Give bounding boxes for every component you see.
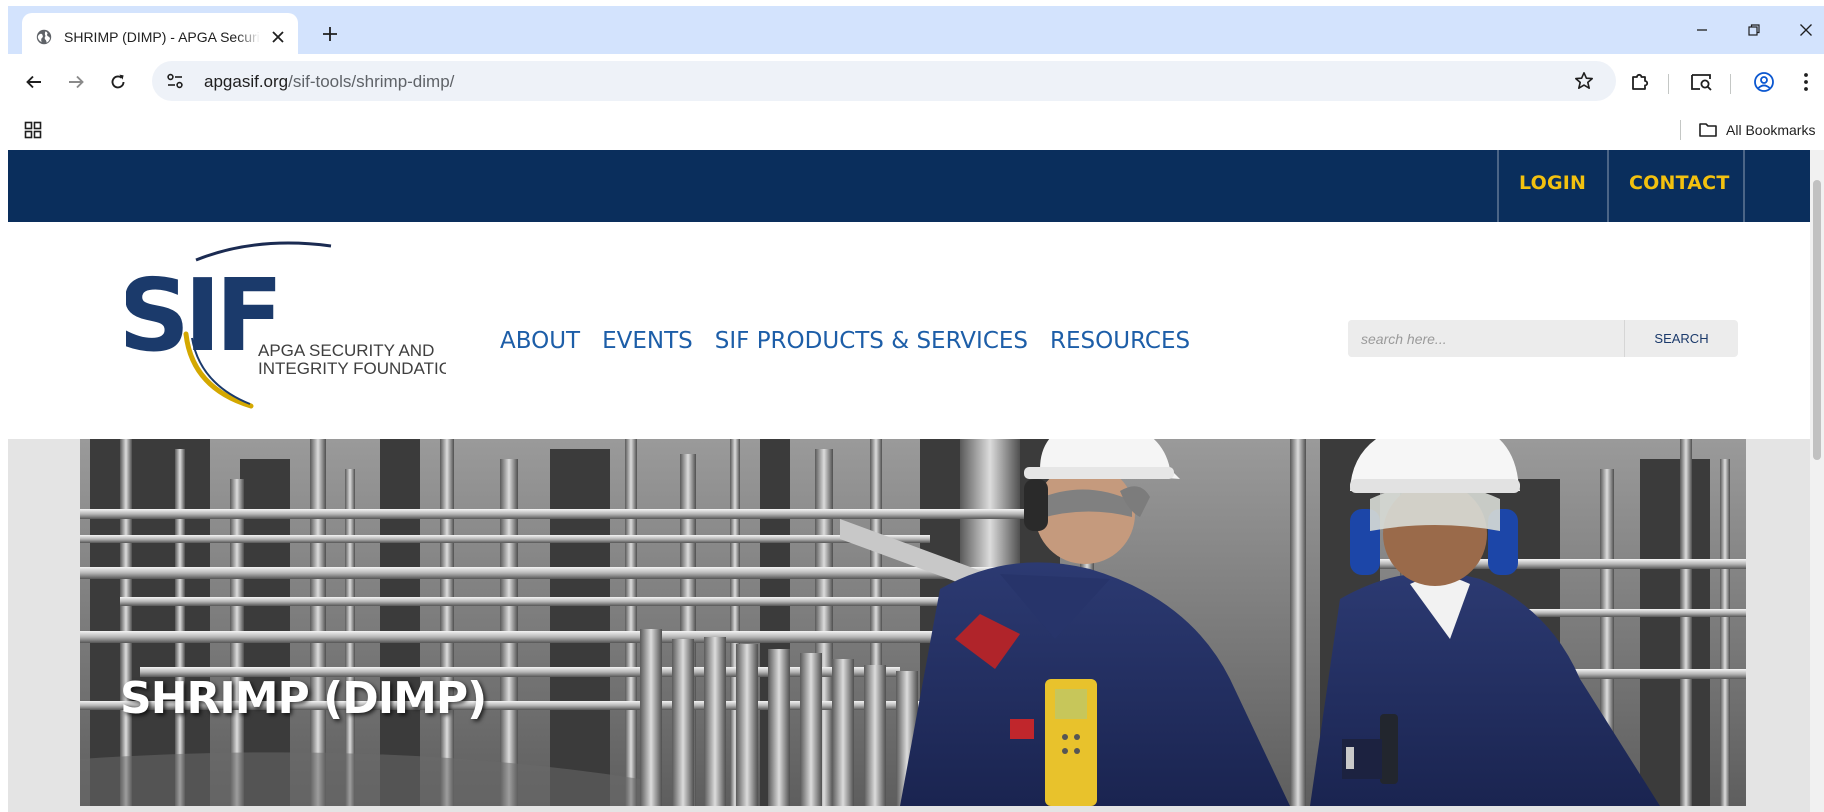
nav-products-services[interactable]: SIF PRODUCTS & SERVICES: [715, 328, 1028, 354]
nav-about[interactable]: ABOUT: [500, 328, 580, 354]
plus-icon: [323, 27, 337, 41]
apps-grid-icon: [24, 121, 42, 139]
arrow-right-icon: [69, 75, 84, 89]
url-text: apgasif.org/sif-tools/shrimp-dimp/: [204, 72, 454, 92]
address-bar[interactable]: apgasif.org/sif-tools/shrimp-dimp/: [152, 61, 1616, 101]
tab-strip: SHRIMP (DIMP) - APGA Security and Integr…: [8, 6, 1824, 60]
utility-divider: [1743, 150, 1745, 222]
browser-window: SHRIMP (DIMP) - APGA Security and Integr…: [0, 0, 1824, 812]
apps-button[interactable]: [22, 119, 44, 141]
all-bookmarks-label: All Bookmarks: [1726, 122, 1816, 138]
utility-divider: [1497, 150, 1499, 222]
page-scrollbar[interactable]: [1810, 150, 1824, 812]
more-vertical-icon: [1804, 73, 1808, 91]
logo-tagline-2: INTEGRITY FOUNDATION: [258, 359, 446, 378]
bookmarks-bar: All Bookmarks: [8, 110, 1824, 150]
site-header: SIF APGA SECURITY AND INTEGRITY FOUNDATI…: [8, 222, 1818, 439]
all-bookmarks-button[interactable]: All Bookmarks: [1698, 116, 1815, 144]
search-button[interactable]: SEARCH: [1624, 320, 1738, 357]
restore-button[interactable]: [1736, 16, 1772, 44]
tab-search-button[interactable]: [1688, 68, 1716, 96]
minimize-icon: [1697, 29, 1707, 31]
refinery-workers-photo: [80, 439, 1746, 806]
menu-button[interactable]: [1792, 68, 1820, 96]
web-page: LOGIN CONTACT SIF APGA SECURITY AND INTE…: [8, 150, 1818, 812]
nav-events[interactable]: EVENTS: [602, 328, 693, 354]
logo-mark: SIF: [126, 257, 278, 374]
arrow-left-icon: [26, 75, 41, 89]
minimize-button[interactable]: [1684, 16, 1720, 44]
hero-banner: SHRIMP (DIMP): [80, 439, 1746, 806]
url-domain: apgasif.org: [204, 72, 289, 91]
toolbar-divider: [1730, 74, 1731, 94]
main-nav: ABOUT EVENTS SIF PRODUCTS & SERVICES RES…: [500, 328, 1212, 354]
puzzle-icon: [1632, 73, 1649, 90]
utility-bar: LOGIN CONTACT: [8, 150, 1818, 222]
tab-search-icon: [1691, 74, 1712, 91]
reload-icon: [111, 74, 125, 89]
browser-tab[interactable]: SHRIMP (DIMP) - APGA Security and Integr…: [22, 13, 298, 60]
extensions-button[interactable]: [1626, 68, 1654, 96]
bookmark-star-icon[interactable]: [1572, 69, 1596, 93]
url-path: /sif-tools/shrimp-dimp/: [288, 72, 455, 91]
logo-tagline-1: APGA SECURITY AND: [258, 341, 434, 360]
tab-title: SHRIMP (DIMP) - APGA Security and Integr…: [64, 28, 260, 45]
utility-divider: [1607, 150, 1609, 222]
login-link[interactable]: LOGIN: [1519, 172, 1586, 194]
browser-toolbar: apgasif.org/sif-tools/shrimp-dimp/: [8, 54, 1824, 110]
forward-button[interactable]: [60, 66, 92, 98]
toolbar-divider: [1668, 74, 1669, 94]
globe-icon: [36, 29, 52, 45]
close-window-button[interactable]: [1788, 16, 1824, 44]
close-tab-icon[interactable]: [268, 27, 288, 47]
search-input[interactable]: [1348, 320, 1624, 357]
profile-button[interactable]: [1750, 68, 1778, 96]
back-button[interactable]: [18, 66, 50, 98]
search-form: SEARCH: [1348, 320, 1738, 357]
close-icon: [1800, 24, 1812, 36]
folder-icon: [1699, 123, 1717, 137]
reload-button[interactable]: [102, 66, 134, 98]
scrollbar-thumb[interactable]: [1813, 180, 1821, 460]
nav-resources[interactable]: RESOURCES: [1050, 328, 1190, 354]
bookmarks-divider: [1680, 120, 1681, 140]
new-tab-button[interactable]: [316, 20, 344, 48]
restore-icon: [1748, 24, 1760, 36]
profile-icon: [1754, 72, 1774, 92]
page-title: SHRIMP (DIMP): [120, 673, 487, 724]
site-info-icon[interactable]: [164, 71, 186, 91]
sif-logo[interactable]: SIF APGA SECURITY AND INTEGRITY FOUNDATI…: [118, 238, 464, 414]
contact-link[interactable]: CONTACT: [1629, 172, 1730, 194]
